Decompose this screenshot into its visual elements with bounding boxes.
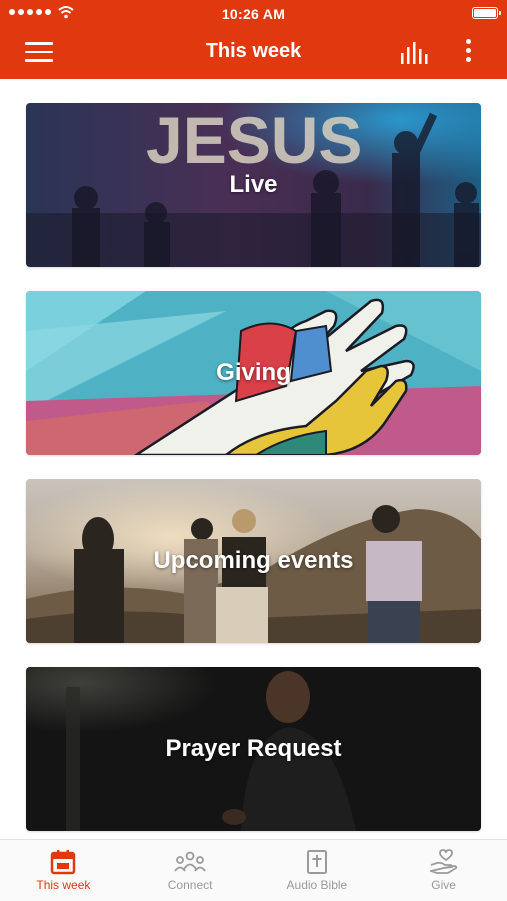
card-label: Live bbox=[229, 171, 278, 198]
status-bar: 10:26 AM bbox=[0, 0, 507, 26]
card-giving[interactable]: Giving bbox=[26, 291, 481, 455]
card-upcoming-events[interactable]: Upcoming events bbox=[26, 479, 481, 643]
tab-this-week[interactable]: This week bbox=[0, 840, 127, 901]
card-list: JESUS Live Giving Upcoming events Prayer… bbox=[26, 103, 481, 855]
card-label: Giving bbox=[216, 359, 291, 386]
tab-connect[interactable]: Connect bbox=[127, 840, 254, 901]
tab-give[interactable]: Give bbox=[380, 840, 507, 901]
calendar-icon bbox=[51, 850, 76, 875]
tab-bar: This week Connect Audio Bible Give bbox=[0, 839, 507, 901]
tab-label: Audio Bible bbox=[286, 878, 348, 892]
card-prayer-request[interactable]: Prayer Request bbox=[26, 667, 481, 831]
tab-label: Give bbox=[431, 878, 456, 892]
battery-icon bbox=[472, 7, 501, 19]
bible-icon bbox=[306, 850, 327, 874]
card-label: Prayer Request bbox=[165, 735, 342, 762]
card-label: Upcoming events bbox=[153, 547, 354, 574]
bar-chart-icon[interactable] bbox=[400, 42, 430, 64]
tab-label: This week bbox=[36, 878, 91, 892]
people-icon bbox=[174, 851, 206, 872]
app-header: 10:26 AM This week bbox=[0, 0, 507, 79]
card-live[interactable]: JESUS Live bbox=[26, 103, 481, 267]
page-title: This week bbox=[205, 40, 302, 62]
svg-text:JESUS: JESUS bbox=[146, 103, 362, 177]
heart-hand-icon bbox=[429, 849, 457, 874]
more-vertical-icon[interactable] bbox=[463, 39, 473, 67]
tab-label: Connect bbox=[167, 878, 213, 892]
tab-audio-bible[interactable]: Audio Bible bbox=[254, 840, 381, 901]
status-time: 10:26 AM bbox=[221, 6, 286, 22]
